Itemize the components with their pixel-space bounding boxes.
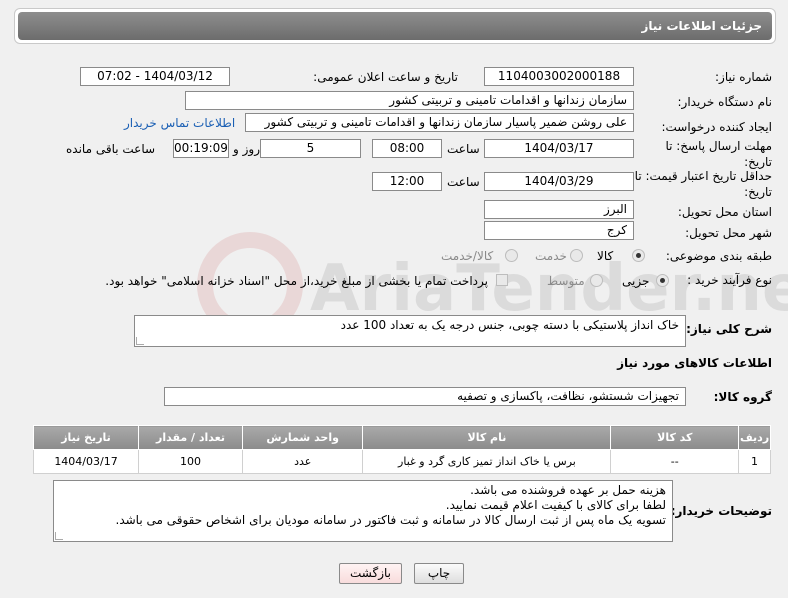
goods-info-title: اطلاعات کالاهای مورد نیاز [617,356,772,370]
summary-textarea[interactable]: خاک انداز پلاستیکی با دسته چوبی، جنس درج… [134,315,686,347]
process-minor-radio[interactable] [656,274,669,287]
cell-code: -- [610,449,740,474]
resize-handle-icon[interactable] [55,532,63,540]
back-button[interactable]: بازگشت [339,563,402,584]
treasury-payment-checkbox[interactable] [496,274,508,286]
days-label: روز و [233,142,260,156]
validity-time-field: 12:00 [372,172,442,191]
days-field: 5 [260,139,361,158]
treasury-payment-note: پرداخت تمام یا بخشی از مبلغ خرید،از محل … [105,274,488,288]
buyer-note-line-1: هزینه حمل بر عهده فروشنده می باشد. [470,483,666,497]
goods-group-field: تجهیزات شستشو، نظافت، پاکسازی و تصفیه [164,387,686,406]
deadline-label: مهلت ارسال پاسخ: تا تاریخ: [665,139,772,169]
col-header-code: کد کالا [610,425,740,450]
process-medium-label: متوسط [547,274,585,288]
category-goods-label: کالا [597,249,614,263]
category-service-radio[interactable] [570,249,583,262]
col-header-quantity: تعداد / مقدار [138,425,243,450]
panel-title: جزئیات اطلاعات نیاز [18,12,772,40]
details-panel: جزئیات اطلاعات نیاز [14,8,776,44]
goods-group-label: گروه کالا: [713,390,772,404]
deadline-date-field: 1404/03/17 [484,139,634,158]
print-button[interactable]: چاپ [414,563,464,584]
col-header-date: تاریخ نیاز [32,425,140,450]
need-number-field: 1104003002000188 [484,67,634,86]
goods-table: ردیف کد کالا نام کالا واحد شمارش تعداد /… [32,425,771,474]
validity-time-label: ساعت [447,175,480,189]
validity-date-field: 1404/03/29 [484,172,634,191]
cell-date: 1404/03/17 [32,449,140,474]
creator-label: ایجاد کننده درخواست: [661,120,772,134]
buyer-notes-textarea[interactable]: هزینه حمل بر عهده فروشنده می باشد. لطفا … [53,480,673,542]
process-label: نوع فرآیند خرید : [687,273,772,287]
city-field: کرج [484,221,634,240]
buyer-note-line-2: لطفا برای کالای با کیفیت اعلام قیمت نمای… [445,498,666,512]
deadline-time-label: ساعت [447,142,480,156]
category-both-label: کالا/خدمت [441,249,494,263]
table-row: 1 -- برس یا خاک انداز تمیز کاری گرد و غب… [32,449,771,474]
process-minor-label: جزیی [622,274,650,288]
province-field: البرز [484,200,634,219]
col-header-unit: واحد شمارش [241,425,364,450]
col-header-row-number: ردیف [738,425,771,450]
summary-text: خاک انداز پلاستیکی با دسته چوبی، جنس درج… [340,318,679,332]
process-medium-radio[interactable] [590,274,603,287]
validity-label: حداقل تاریخ اعتبار قیمت: تا تاریخ: [634,169,772,199]
creator-field: علی روشن ضمیر پاسیار سازمان زندانها و اق… [245,113,634,132]
buyer-notes-label: توضیحات خریدار: [670,504,772,518]
announce-label: تاریخ و ساعت اعلان عمومی: [313,70,458,84]
need-number-label: شماره نیاز: [715,70,772,84]
province-label: استان محل تحویل: [677,205,772,219]
remaining-time-field: 00:19:09 [173,139,229,158]
remaining-time-label: ساعت باقی مانده [66,142,156,156]
cell-unit: عدد [241,449,364,474]
deadline-time-field: 08:00 [372,139,442,158]
summary-label: شرح کلی نیاز: [686,322,772,336]
buyer-org-field: سازمان زندانها و اقدامات تامینی و تربیتی… [185,91,634,110]
category-label: طبقه بندی موضوعی: [665,249,772,263]
table-header-row: ردیف کد کالا نام کالا واحد شمارش تعداد /… [32,425,771,450]
category-goods-radio[interactable] [632,249,645,262]
category-both-radio[interactable] [505,249,518,262]
buyer-contact-link[interactable]: اطلاعات تماس خریدار [124,116,235,130]
buyer-org-label: نام دستگاه خریدار: [677,95,773,109]
cell-name: برس یا خاک انداز تمیز کاری گرد و غبار [362,449,612,474]
col-header-name: نام کالا [362,425,612,450]
city-label: شهر محل تحویل: [685,226,772,240]
category-service-label: خدمت [535,249,567,263]
buyer-note-line-3: تسویه یک ماه پس از ثبت ارسال کالا در سام… [115,513,667,527]
announce-field: 1404/03/12 - 07:02 [80,67,230,86]
cell-quantity: 100 [138,449,243,474]
cell-row-number: 1 [738,449,771,474]
resize-handle-icon[interactable] [136,337,144,345]
